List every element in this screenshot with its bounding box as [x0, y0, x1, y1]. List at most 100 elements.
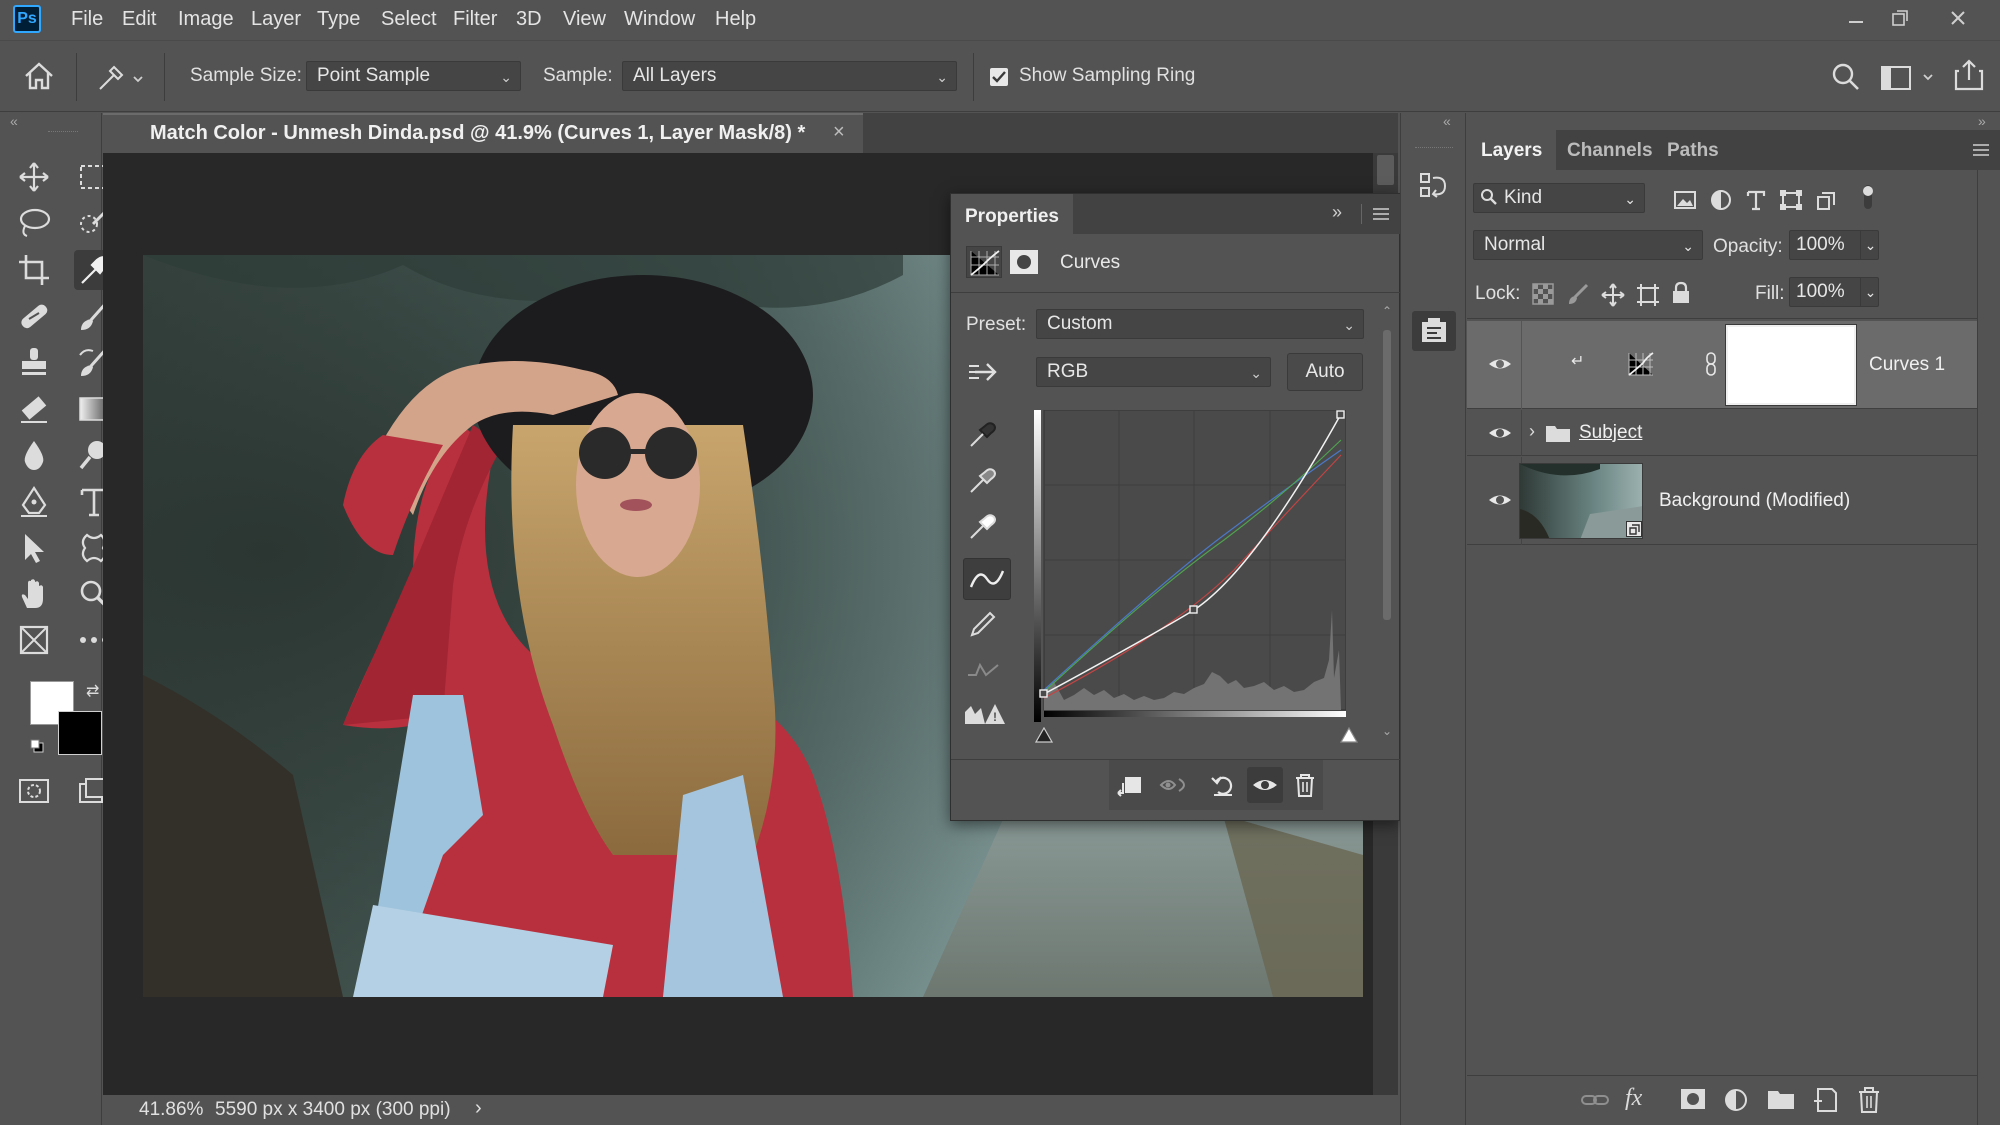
- curves-adjustment-icon[interactable]: [966, 246, 1002, 278]
- gray-point-eyedropper-icon[interactable]: [963, 460, 1003, 500]
- black-point-eyedropper-icon[interactable]: [963, 414, 1003, 454]
- scrollbar-thumb[interactable]: [1383, 330, 1391, 620]
- search-icon[interactable]: [1830, 61, 1862, 93]
- frame-tool-icon[interactable]: [14, 620, 54, 660]
- layer-name[interactable]: Subject: [1579, 422, 1642, 444]
- chevron-down-icon[interactable]: ⌄: [1860, 278, 1880, 306]
- sampling-ring-checkbox[interactable]: [990, 68, 1008, 86]
- delete-layer-icon[interactable]: [1857, 1086, 1881, 1114]
- visibility-eye-icon[interactable]: [1487, 351, 1513, 377]
- filter-toggle-icon[interactable]: [1862, 185, 1874, 209]
- preset-dropdown[interactable]: Custom ⌄: [1036, 309, 1364, 339]
- scrollbar-thumb[interactable]: [1377, 155, 1394, 185]
- toggle-visibility-icon[interactable]: [1247, 767, 1283, 803]
- new-adjustment-layer-icon[interactable]: [1723, 1087, 1749, 1113]
- tab-paths[interactable]: Paths: [1653, 130, 1733, 170]
- filter-type-layer-icon[interactable]: [1745, 189, 1767, 211]
- panel-menu-icon[interactable]: [1373, 208, 1389, 220]
- new-group-icon[interactable]: [1767, 1088, 1795, 1110]
- move-tool-icon[interactable]: [14, 157, 54, 197]
- properties-panel-icon[interactable]: [1412, 311, 1456, 351]
- opacity-field[interactable]: 100% ⌄: [1789, 230, 1879, 260]
- menu-layer[interactable]: Layer: [251, 8, 301, 31]
- scroll-up-icon[interactable]: ⌃: [1382, 304, 1392, 318]
- menu-3d[interactable]: 3D: [516, 8, 542, 31]
- minimize-icon[interactable]: [1834, 4, 1878, 34]
- layer-mask-icon[interactable]: [1009, 249, 1039, 275]
- menu-filter[interactable]: Filter: [453, 8, 497, 31]
- close-icon[interactable]: [1936, 4, 1980, 34]
- clip-to-layer-icon[interactable]: [1111, 767, 1147, 803]
- pen-tool-icon[interactable]: [14, 482, 54, 522]
- visibility-eye-icon[interactable]: [1487, 420, 1513, 446]
- filter-smart-object-icon[interactable]: [1815, 189, 1837, 211]
- layer-filter-dropdown[interactable]: Kind ⌄: [1473, 183, 1645, 213]
- tab-layers[interactable]: Layers: [1467, 130, 1557, 170]
- swap-colors-icon[interactable]: ⇄: [86, 681, 99, 701]
- draw-curve-pencil-icon[interactable]: [963, 604, 1003, 644]
- panel-grip[interactable]: [48, 131, 78, 134]
- properties-scrollbar[interactable]: ⌃ ⌄: [1379, 304, 1395, 744]
- healing-brush-tool-icon[interactable]: [14, 296, 54, 336]
- chevron-down-icon[interactable]: ⌄: [1860, 231, 1880, 259]
- path-selection-tool-icon[interactable]: [14, 528, 54, 568]
- close-tab-icon[interactable]: ×: [833, 121, 845, 144]
- share-icon[interactable]: [1952, 58, 1986, 92]
- layer-mask-thumbnail[interactable]: [1725, 324, 1857, 406]
- workspace-icon[interactable]: [1880, 63, 1940, 93]
- clone-stamp-tool-icon[interactable]: [14, 342, 54, 382]
- collapse-panel-icon[interactable]: »: [1332, 202, 1342, 223]
- menu-type[interactable]: Type: [317, 8, 360, 31]
- layer-row[interactable]: Background (Modified): [1467, 457, 1977, 545]
- properties-tab[interactable]: Properties: [951, 194, 1073, 234]
- collapse-chevron-icon[interactable]: «: [10, 113, 18, 129]
- menu-window[interactable]: Window: [624, 8, 695, 31]
- lasso-tool-icon[interactable]: [14, 203, 54, 243]
- clipping-warning-icon[interactable]: !: [963, 694, 1007, 734]
- sample-dropdown[interactable]: All Layers ⌄: [622, 61, 957, 91]
- smooth-curve-icon[interactable]: [963, 650, 1003, 690]
- add-mask-icon[interactable]: [1680, 1087, 1706, 1111]
- targeted-adjustment-icon[interactable]: [965, 354, 1001, 390]
- menu-select[interactable]: Select: [381, 8, 437, 31]
- panel-menu-icon[interactable]: [1973, 144, 1989, 156]
- panel-grip[interactable]: [1415, 147, 1453, 150]
- collapse-chevron-icon[interactable]: »: [1978, 113, 1986, 129]
- quick-mask-icon[interactable]: [14, 771, 54, 811]
- menu-edit[interactable]: Edit: [122, 8, 156, 31]
- layer-mask-link-icon[interactable]: [1704, 351, 1718, 377]
- eraser-tool-icon[interactable]: [14, 389, 54, 429]
- menu-image[interactable]: Image: [178, 8, 234, 31]
- layer-thumbnail[interactable]: [1519, 463, 1643, 539]
- home-icon[interactable]: [22, 59, 56, 93]
- fill-field[interactable]: 100% ⌄: [1789, 277, 1879, 307]
- hand-tool-icon[interactable]: [14, 574, 54, 614]
- white-point-slider-icon[interactable]: [1340, 727, 1358, 743]
- lock-image-pixels-icon[interactable]: [1567, 283, 1589, 305]
- layer-row[interactable]: ↵ Curves 1: [1467, 321, 1977, 409]
- scroll-down-icon[interactable]: ⌄: [1382, 724, 1392, 738]
- filter-adjustment-layer-icon[interactable]: [1710, 189, 1732, 211]
- menu-help[interactable]: Help: [715, 8, 756, 31]
- layer-name[interactable]: Curves 1: [1869, 354, 1945, 376]
- white-point-eyedropper-icon[interactable]: [963, 506, 1003, 546]
- eyedropper-tool-preset-icon[interactable]: [96, 61, 146, 93]
- visibility-eye-icon[interactable]: [1487, 487, 1513, 513]
- collapse-chevron-icon[interactable]: «: [1443, 113, 1451, 129]
- crop-tool-icon[interactable]: [14, 250, 54, 290]
- lock-position-icon[interactable]: [1601, 283, 1625, 307]
- menu-file[interactable]: File: [71, 8, 103, 31]
- menu-view[interactable]: View: [563, 8, 606, 31]
- blend-mode-dropdown[interactable]: Normal ⌄: [1473, 230, 1703, 260]
- zoom-level[interactable]: 41.86%: [139, 1099, 203, 1121]
- lock-artboard-icon[interactable]: [1636, 283, 1660, 307]
- layer-style-fx-icon[interactable]: fx: [1625, 1085, 1642, 1112]
- status-menu-chevron-icon[interactable]: ›: [475, 1097, 482, 1120]
- tab-channels[interactable]: Channels: [1553, 130, 1667, 170]
- lock-transparent-pixels-icon[interactable]: [1532, 283, 1554, 305]
- layer-row[interactable]: › Subject: [1467, 410, 1977, 456]
- filter-shape-layer-icon[interactable]: [1779, 189, 1803, 211]
- default-colors-icon[interactable]: [30, 739, 44, 753]
- filter-pixel-layer-icon[interactable]: [1673, 189, 1697, 211]
- delete-adjustment-icon[interactable]: [1287, 767, 1323, 803]
